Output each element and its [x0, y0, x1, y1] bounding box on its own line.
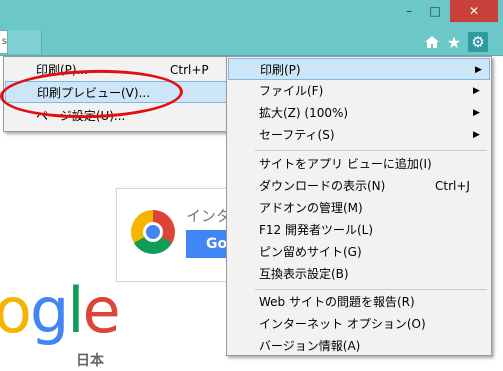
menu-item-label: 拡大(Z) (100%): [259, 106, 349, 120]
menu-item-print-submenu[interactable]: 印刷(P) ▶: [228, 58, 490, 80]
menu-item-label: 印刷(P): [260, 63, 301, 77]
menu-item-internet-options[interactable]: インターネット オプション(O): [227, 313, 491, 335]
menu-separator: [255, 289, 487, 290]
menu-item-report-problem[interactable]: Web サイトの問題を報告(R): [227, 291, 491, 313]
home-icon[interactable]: [422, 32, 442, 52]
menu-item-label: 互換表示設定(B): [259, 267, 349, 281]
maximize-button[interactable]: □: [422, 0, 448, 22]
title-bar: – □ ✕: [0, 0, 503, 30]
menu-item-label: ピン留めサイト(G): [259, 245, 362, 259]
promo-text: インタ: [186, 207, 232, 225]
close-button[interactable]: ✕: [450, 0, 498, 22]
menu-item-label: セーフティ(S): [259, 128, 335, 142]
submenu-arrow-icon: ▶: [473, 130, 480, 140]
menu-item-file[interactable]: ファイル(F) ▶: [227, 80, 491, 102]
menu-item-zoom[interactable]: 拡大(Z) (100%) ▶: [227, 102, 491, 124]
submenu-arrow-icon: ▶: [473, 108, 480, 118]
menu-item-shortcut: Ctrl+J: [435, 179, 470, 193]
menu-item-label: インターネット オプション(O): [259, 317, 426, 331]
gear-icon[interactable]: ⚙: [468, 32, 488, 52]
menu-item-label: アドオンの管理(M): [259, 201, 363, 215]
menu-item-label: ダウンロードの表示(N): [259, 179, 386, 193]
menu-item-pinned-sites[interactable]: ピン留めサイト(G): [227, 241, 491, 263]
menu-item-add-to-apps[interactable]: サイトをアプリ ビューに追加(I): [227, 153, 491, 175]
menu-item-label: サイトをアプリ ビューに追加(I): [259, 157, 432, 171]
logo-region-label: 日本: [76, 353, 104, 369]
menu-item-safety[interactable]: セーフティ(S) ▶: [227, 124, 491, 146]
chrome-logo-icon: [131, 210, 175, 254]
menu-item-manage-addons[interactable]: アドオンの管理(M): [227, 197, 491, 219]
menu-item-label: ファイル(F): [259, 84, 324, 98]
menu-item-shortcut: Ctrl+P: [170, 63, 209, 77]
submenu-arrow-icon: ▶: [473, 86, 480, 96]
command-bar: s ★ ⚙: [0, 30, 503, 56]
tools-menu: 印刷(P) ▶ ファイル(F) ▶ 拡大(Z) (100%) ▶ セーフティ(S…: [226, 56, 492, 356]
submenu-arrow-icon: ▶: [475, 65, 482, 75]
browser-tab[interactable]: [8, 30, 42, 54]
menu-item-downloads[interactable]: ダウンロードの表示(N) Ctrl+J: [227, 175, 491, 197]
favorites-star-icon[interactable]: ★: [444, 32, 464, 52]
minimize-button[interactable]: –: [396, 0, 422, 22]
menu-item-label: Web サイトの問題を報告(R): [259, 295, 415, 309]
menu-item-label: F12 開発者ツール(L): [259, 223, 374, 237]
promo-button[interactable]: Go: [186, 230, 230, 258]
menu-item-devtools[interactable]: F12 開発者ツール(L): [227, 219, 491, 241]
menu-item-label: バージョン情報(A): [259, 339, 361, 353]
menu-item-about[interactable]: バージョン情報(A): [227, 335, 491, 357]
google-logo: ogle: [0, 274, 121, 347]
menu-separator: [255, 150, 487, 151]
address-bar[interactable]: s: [0, 30, 8, 54]
menu-item-compat-view[interactable]: 互換表示設定(B): [227, 263, 491, 285]
